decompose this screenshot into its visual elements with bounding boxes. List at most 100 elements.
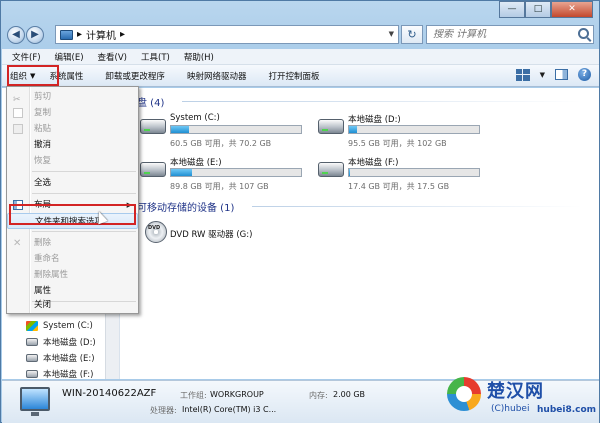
menu-item-paste[interactable]: 粘贴 xyxy=(7,121,138,137)
menu-item-undo[interactable]: 撤消 xyxy=(7,137,138,153)
menu-item-cut[interactable]: ✂ 剪切 xyxy=(7,89,138,105)
help-icon[interactable]: ? xyxy=(578,68,591,81)
search-icon[interactable] xyxy=(578,28,589,39)
drive-f[interactable]: 本地磁盘 (F:) 17.4 GB 可用，共 17.5 GB xyxy=(318,156,483,196)
drive-usage-bar xyxy=(348,125,480,134)
menu-tools[interactable]: 工具(T) xyxy=(141,51,170,63)
drive-free-space: 95.5 GB 可用，共 102 GB xyxy=(348,139,447,148)
menu-item-copy[interactable]: 复制 xyxy=(7,105,138,121)
open-control-panel-button[interactable]: 打开控制面板 xyxy=(268,70,319,82)
menu-item-remove-properties[interactable]: 删除属性 xyxy=(7,267,138,283)
organize-menu: ✂ 剪切 复制 粘贴 撤消 恢复 全选 布局 ▶ 文件夹和搜索选项 ✕ 删除 重… xyxy=(6,86,139,314)
menu-item-label: 删除属性 xyxy=(34,270,69,280)
hard-drive-icon xyxy=(140,119,166,134)
nav-item-label: 本地磁盘 (E:) xyxy=(43,354,95,364)
watermark: 楚汉网 (C)hubei hubei8.com xyxy=(441,375,600,423)
menu-item-redo[interactable]: 恢复 xyxy=(7,153,138,169)
dvd-badge: DVD xyxy=(148,225,161,231)
forward-button[interactable]: ▶ xyxy=(26,26,44,44)
processor-value: Intel(R) Core(TM) i3 C... xyxy=(182,405,277,414)
drive-usage-fill xyxy=(349,126,357,133)
workgroup-value: WORKGROUP xyxy=(210,390,264,399)
menu-edit[interactable]: 编辑(E) xyxy=(55,51,84,63)
drive-name: 本地磁盘 (E:) xyxy=(170,158,222,168)
search-box[interactable] xyxy=(426,25,594,44)
drive-icon xyxy=(26,338,38,346)
drive-usage-bar xyxy=(170,168,302,177)
drive-e[interactable]: 本地磁盘 (E:) 89.8 GB 可用，共 107 GB xyxy=(140,156,305,196)
address-dropdown-icon[interactable]: ▼ xyxy=(389,30,394,38)
menu-help[interactable]: 帮助(H) xyxy=(184,51,214,63)
explorer-window: — □ ✕ ◀ ▶ ▸ 计算机 ▸ ▼ ↻ 文件(F) 编辑(E) 查看(V) … xyxy=(0,0,600,423)
nav-item-d[interactable]: 本地磁盘 (D:) xyxy=(26,334,96,350)
drive-free-space: 89.8 GB 可用，共 107 GB xyxy=(170,182,269,191)
menu-item-label: 属性 xyxy=(34,286,52,296)
scissors-icon: ✂ xyxy=(13,95,21,105)
uninstall-program-button[interactable]: 卸载或更改程序 xyxy=(105,70,165,82)
drive-usage-fill xyxy=(349,169,351,176)
computer-icon xyxy=(60,29,73,40)
menu-item-close[interactable]: 关闭 xyxy=(7,297,138,313)
refresh-button[interactable]: ↻ xyxy=(401,25,423,44)
minimize-button[interactable]: — xyxy=(499,1,525,18)
drive-usage-bar xyxy=(170,125,302,134)
drive-name: System (C:) xyxy=(170,113,220,123)
group-header-removable[interactable]: 有可移动存储的设备 (1) xyxy=(127,199,234,214)
delete-x-icon: ✕ xyxy=(13,238,22,249)
processor-label: 处理器: xyxy=(150,406,177,415)
nav-item-e[interactable]: 本地磁盘 (E:) xyxy=(26,350,96,366)
hard-drive-icon xyxy=(140,162,166,177)
menu-item-select-all[interactable]: 全选 xyxy=(7,175,138,191)
menu-item-delete[interactable]: ✕ 删除 xyxy=(7,235,138,251)
menu-separator xyxy=(32,193,136,194)
nav-item-label: 本地磁盘 (D:) xyxy=(43,338,96,348)
command-bar: 组织 ▼ 系统属性 卸载或更改程序 映射网络驱动器 打开控制面板 ▼ ? xyxy=(2,65,599,87)
watermark-sub: (C)hubei xyxy=(491,404,530,414)
menu-file[interactable]: 文件(F) xyxy=(12,51,41,63)
maximize-button[interactable]: □ xyxy=(525,1,551,18)
copy-icon xyxy=(13,108,23,118)
menu-separator xyxy=(32,171,136,172)
toolbar-right: ▼ ? xyxy=(515,68,591,81)
arrow-right-icon: ▶ xyxy=(31,29,39,40)
menu-item-label: 重命名 xyxy=(34,254,60,264)
drive-usage-fill xyxy=(171,126,190,133)
computer-monitor-icon xyxy=(20,387,50,416)
nav-scrollbar[interactable] xyxy=(105,312,119,379)
menu-item-label: 关闭 xyxy=(34,300,52,310)
menu-item-label: 撤消 xyxy=(34,140,52,150)
breadcrumb-computer[interactable]: 计算机 xyxy=(86,27,116,42)
memory-label: 内存: xyxy=(309,391,328,400)
workgroup-label: 工作组: xyxy=(180,391,207,400)
dvd-drive-icon[interactable]: DVD xyxy=(145,221,167,243)
menu-bar: 文件(F) 编辑(E) 查看(V) 工具(T) 帮助(H) xyxy=(2,49,599,65)
site-logo-icon xyxy=(447,377,481,411)
menu-view[interactable]: 查看(V) xyxy=(98,51,127,63)
window-controls: — □ ✕ xyxy=(499,1,593,18)
drive-d[interactable]: 本地磁盘 (D:) 95.5 GB 可用，共 102 GB xyxy=(318,113,483,153)
back-button[interactable]: ◀ xyxy=(7,26,25,44)
nav-item-label: 本地磁盘 (F:) xyxy=(43,370,94,380)
menu-item-label: 粘贴 xyxy=(34,124,52,134)
menu-item-rename[interactable]: 重命名 xyxy=(7,251,138,267)
preview-pane-icon[interactable] xyxy=(555,69,568,80)
drive-usage-fill xyxy=(171,169,192,176)
hard-drive-icon xyxy=(318,119,344,134)
view-dropdown-icon[interactable]: ▼ xyxy=(540,71,545,79)
drive-icon xyxy=(26,370,38,378)
dvd-drive-name[interactable]: DVD RW 驱动器 (G:) xyxy=(170,228,252,240)
search-input[interactable] xyxy=(433,29,573,40)
windows-drive-icon xyxy=(26,321,38,331)
breadcrumb-separator-icon: ▸ xyxy=(120,29,126,40)
nav-drive-list: System (C:) 本地磁盘 (D:) 本地磁盘 (E:) 本地磁盘 (F:… xyxy=(26,318,96,382)
drive-c[interactable]: System (C:) 60.5 GB 可用，共 70.2 GB xyxy=(140,113,305,153)
drive-free-space: 60.5 GB 可用，共 70.2 GB xyxy=(170,139,272,148)
close-button[interactable]: ✕ xyxy=(551,1,593,18)
nav-item-c[interactable]: System (C:) xyxy=(26,318,96,334)
change-view-icon[interactable] xyxy=(515,68,530,81)
highlight-box-organize xyxy=(7,65,59,86)
clipboard-icon xyxy=(13,124,23,134)
address-bar[interactable]: ▸ 计算机 ▸ ▼ xyxy=(55,25,399,44)
map-network-drive-button[interactable]: 映射网络驱动器 xyxy=(187,70,247,82)
watermark-brand: 楚汉网 xyxy=(487,381,544,402)
